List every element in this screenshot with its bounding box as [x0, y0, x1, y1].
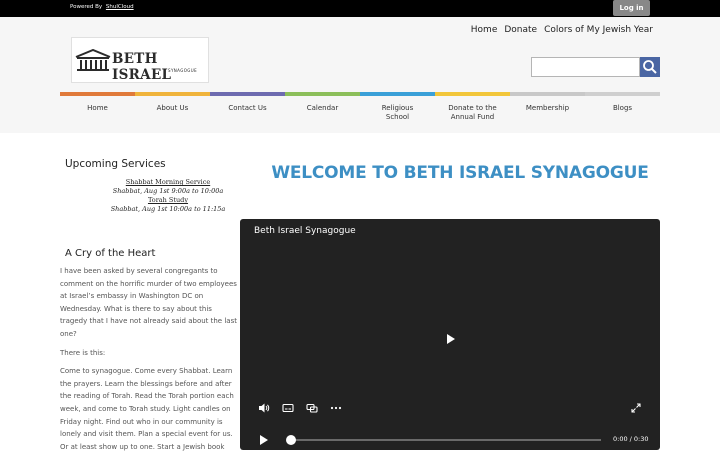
nav-item-label: Home: [87, 104, 108, 112]
post-paragraph: I have been asked by several congregants…: [60, 267, 237, 338]
logo-subtitle: SYNAGOGUE: [168, 68, 198, 73]
service-event-link[interactable]: Shabbat Morning Service: [90, 178, 246, 187]
powered-by: Powered By ShulCloud: [70, 4, 134, 10]
nav-item[interactable]: Donate to the Annual Fund: [435, 104, 510, 122]
nav-item-label: Membership: [525, 104, 570, 112]
top-link-colors[interactable]: Colors of My Jewish Year: [544, 25, 653, 35]
captions-icon[interactable]: [282, 402, 294, 414]
nav-item[interactable]: Contact Us: [210, 104, 285, 122]
search-input[interactable]: [531, 57, 640, 77]
color-bar-segment: [360, 92, 435, 96]
login-button[interactable]: Log in: [613, 0, 650, 16]
top-links: Home Donate Colors of My Jewish Year: [471, 25, 653, 35]
progress-knob[interactable]: [286, 435, 296, 445]
top-link-donate[interactable]: Donate: [504, 25, 537, 35]
color-bar-segment: [585, 92, 660, 96]
video-title: Beth Israel Synagogue: [254, 226, 356, 236]
nav-item-label: Donate to the: [448, 104, 497, 112]
nav-item-label: About Us: [156, 104, 189, 112]
color-bar-segment: [285, 92, 360, 96]
nav-item[interactable]: Blogs: [585, 104, 660, 122]
nav-item-label: Calendar: [306, 104, 339, 112]
more-icon[interactable]: [330, 402, 342, 414]
search-button[interactable]: [640, 57, 660, 77]
volume-icon[interactable]: [258, 402, 270, 414]
main-nav: Home About Us Contact Us Calendar Religious S…: [60, 104, 660, 122]
color-bar-segment: [135, 92, 210, 96]
progress-bar[interactable]: [291, 439, 601, 441]
post-title[interactable]: A Cry of the Heart: [65, 248, 155, 259]
nav-item[interactable]: Membership: [510, 104, 585, 122]
nav-item[interactable]: Calendar: [285, 104, 360, 122]
nav-item-label: Annual Fund: [450, 113, 495, 121]
color-bar-segment: [60, 92, 135, 96]
post-body: I have been asked by several congregants…: [60, 265, 240, 459]
fullscreen-icon[interactable]: [630, 402, 642, 414]
color-bar-segment: [510, 92, 585, 96]
picture-in-picture-icon[interactable]: [306, 402, 318, 414]
nav-item-label: Religious: [381, 104, 414, 112]
nav-item-label: School: [385, 113, 410, 121]
post-paragraph: Come to synagogue. Come every Shabbat. L…: [60, 367, 234, 451]
color-bar-segment: [210, 92, 285, 96]
service-time: Shabbat, Aug 1st 9:00a to 10:00a: [112, 187, 224, 195]
color-bar: [60, 92, 660, 96]
shulcloud-link[interactable]: ShulCloud: [106, 4, 134, 10]
powered-by-label: Powered By: [70, 4, 103, 10]
nav-item-label: Blogs: [612, 104, 633, 112]
video-player[interactable]: Beth Israel Synagogue 0:00 / 0:30: [240, 219, 660, 450]
top-link-home[interactable]: Home: [471, 25, 498, 35]
search-icon: [643, 60, 657, 74]
video-time: 0:00 / 0:30: [613, 435, 649, 443]
service-event-link[interactable]: Torah Study: [90, 196, 246, 205]
nav-item[interactable]: About Us: [135, 104, 210, 122]
top-bar: Powered By ShulCloud Log in: [0, 0, 720, 17]
services-list: Shabbat Morning Service Shabbat, Aug 1st…: [90, 178, 246, 214]
color-bar-segment: [435, 92, 510, 96]
nav-item-label: Contact Us: [228, 104, 267, 112]
play-button-icon[interactable]: [259, 434, 269, 446]
site-header: Home Donate Colors of My Jewish Year BET…: [0, 17, 720, 133]
synagogue-logo-icon: [75, 49, 111, 71]
site-logo[interactable]: BETH ISRAEL SYNAGOGUE: [71, 37, 209, 83]
nav-item[interactable]: Religious School: [360, 104, 435, 122]
service-time: Shabbat, Aug 1st 10:00a to 11:15a: [110, 205, 226, 213]
logo-name: BETH ISRAEL: [112, 51, 172, 83]
play-icon[interactable]: [446, 333, 456, 345]
upcoming-services-title: Upcoming Services: [65, 158, 166, 170]
nav-item[interactable]: Home: [60, 104, 135, 122]
welcome-heading: WELCOME TO BETH ISRAEL SYNAGOGUE: [271, 163, 649, 183]
post-paragraph: There is this:: [60, 348, 106, 357]
